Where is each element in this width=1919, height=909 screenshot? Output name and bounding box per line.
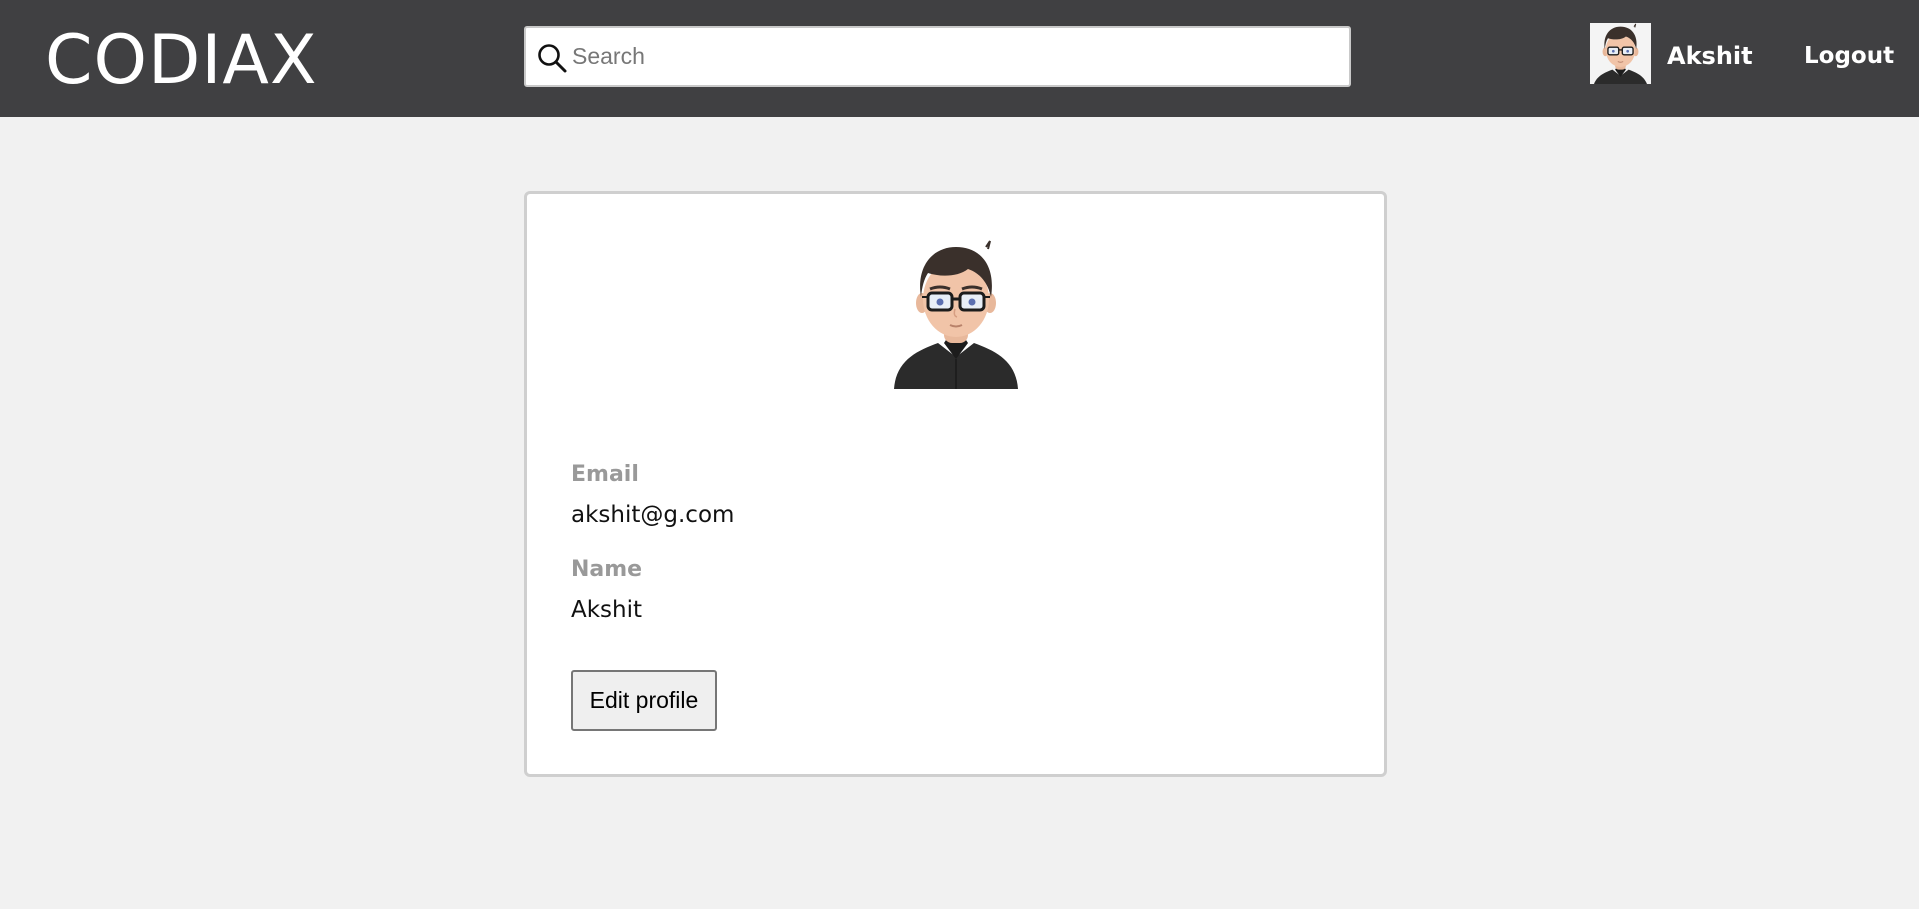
profile-card: Email akshit@g.com Name Akshit Edit prof…	[524, 191, 1387, 777]
profile-avatar-icon	[894, 240, 1018, 389]
email-label: Email	[571, 462, 639, 487]
email-value: akshit@g.com	[571, 502, 735, 528]
nav-username[interactable]: Akshit	[1667, 42, 1753, 70]
logout-button[interactable]: Logout	[1804, 43, 1894, 69]
search-box[interactable]	[524, 26, 1351, 87]
search-input[interactable]	[572, 28, 1342, 85]
edit-profile-button[interactable]: Edit profile	[571, 670, 717, 731]
app-logo[interactable]: CODIAX	[45, 18, 318, 104]
name-label: Name	[571, 557, 643, 582]
nav-avatar-icon[interactable]	[1590, 23, 1651, 84]
name-value: Akshit	[571, 597, 643, 623]
top-navbar: CODIAX Search Akshit Logout	[0, 0, 1919, 117]
search-icon	[538, 44, 567, 73]
